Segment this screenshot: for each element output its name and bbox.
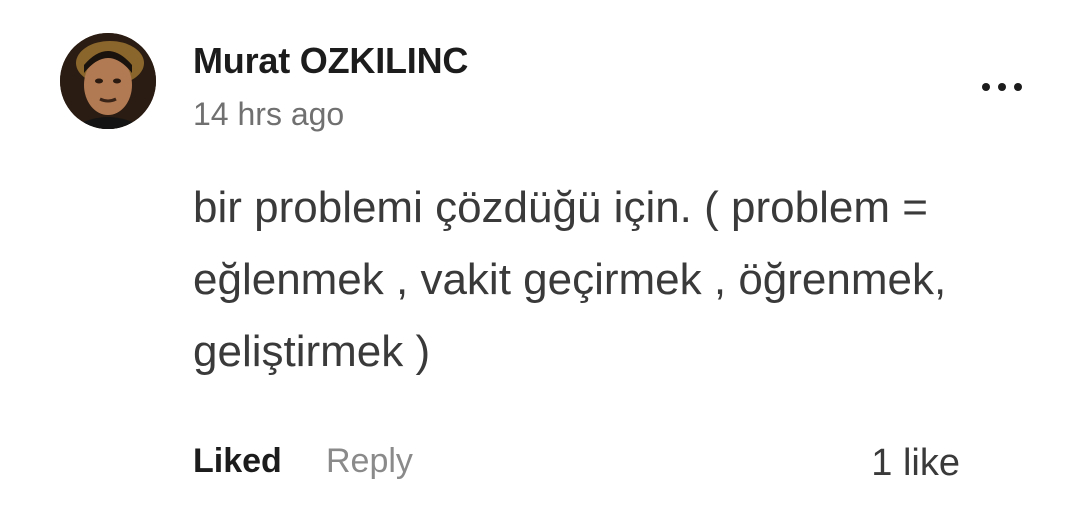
comment-card: Murat OZKILINC 14 hrs ago bir problemi ç… bbox=[0, 0, 1080, 508]
more-options-icon[interactable] bbox=[982, 80, 1022, 94]
dot bbox=[998, 83, 1006, 91]
comment-author[interactable]: Murat OZKILINC bbox=[193, 40, 468, 82]
dot bbox=[982, 83, 990, 91]
comment-text: bir problemi çözdüğü için. ( problem = e… bbox=[193, 183, 947, 376]
like-count[interactable]: 1 like bbox=[871, 442, 960, 485]
avatar-photo-icon bbox=[60, 33, 156, 129]
comment-timestamp: 14 hrs ago bbox=[193, 96, 345, 132]
avatar[interactable] bbox=[60, 33, 156, 129]
liked-button[interactable]: Liked bbox=[193, 442, 282, 481]
dot bbox=[1014, 83, 1022, 91]
reply-button[interactable]: Reply bbox=[326, 442, 413, 481]
